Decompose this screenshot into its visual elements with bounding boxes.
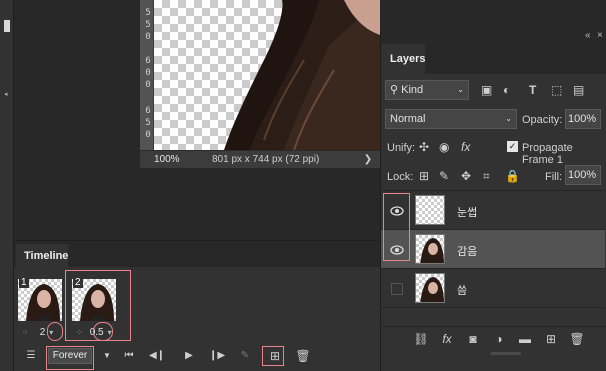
smart-object-filter-icon[interactable]: ▤ bbox=[573, 83, 584, 97]
link-layers-icon[interactable]: ⛓ bbox=[413, 332, 429, 348]
filter-kind-select[interactable]: ⚲ Kind ⌄ bbox=[385, 80, 469, 100]
layer-row[interactable]: 눈썹 bbox=[381, 190, 605, 229]
adjustment-filter-icon[interactable]: ◐ bbox=[503, 83, 510, 97]
visibility-toggle[interactable] bbox=[385, 269, 409, 308]
ruler-number: 0 bbox=[145, 130, 151, 140]
fx-icon[interactable]: fx bbox=[439, 332, 455, 348]
layer-name[interactable]: 눈썹 bbox=[457, 204, 477, 220]
frame-number: 2 bbox=[73, 277, 83, 288]
photo-hair-image bbox=[224, 0, 380, 150]
timeline-panel: Timeline 1 ⁘ 2 ▾ 2 ⁘ 0.5 ▾ ☰ Forever ▼ ⏮… bbox=[14, 240, 382, 371]
lock-all-icon[interactable]: 🔒 bbox=[505, 169, 520, 183]
highlight-box bbox=[383, 193, 410, 261]
layers-panel: « × Layers ⚲ Kind ⌄ ▣ ◐ T ⬚ ▤ Normal ⌄ O… bbox=[380, 30, 606, 371]
tool-indicator[interactable] bbox=[4, 20, 10, 32]
previous-frame-icon[interactable]: ◀❙ bbox=[148, 348, 166, 364]
blend-mode-label: Normal bbox=[390, 113, 426, 125]
layer-thumbnail bbox=[415, 273, 445, 303]
lock-pixels-icon[interactable]: ✎ bbox=[439, 169, 449, 183]
chevron-down-icon: ⌄ bbox=[505, 114, 512, 123]
propagate-checkbox[interactable]: ✓ bbox=[507, 141, 518, 152]
tween-icon: ⁘ bbox=[22, 327, 29, 337]
ruler-number: 0 bbox=[145, 68, 151, 78]
shape-filter-icon[interactable]: ⬚ bbox=[551, 83, 562, 97]
unify-visibility-icon[interactable]: ◉ bbox=[439, 140, 449, 154]
trash-icon[interactable]: 🗑 bbox=[294, 348, 312, 364]
timeline-tab-bar: Timeline bbox=[14, 241, 382, 267]
tween-frames-icon[interactable]: ✎ bbox=[236, 348, 254, 364]
frame-number: 1 bbox=[19, 277, 29, 288]
tab-layers[interactable]: Layers bbox=[381, 44, 425, 74]
animation-frame[interactable]: 1 bbox=[18, 277, 64, 323]
ruler-number: 5 bbox=[145, 8, 151, 18]
first-frame-icon[interactable]: ⏮ bbox=[120, 348, 138, 364]
filter-kind-label: Kind bbox=[401, 84, 424, 96]
adjustment-layer-icon[interactable]: ◑ bbox=[491, 332, 507, 348]
chevron-down-icon[interactable]: ▼ bbox=[98, 348, 116, 364]
document-info: 801 px x 744 px (72 ppi) bbox=[212, 154, 320, 165]
lock-transparent-icon[interactable]: ⊞ bbox=[419, 169, 429, 183]
left-toolbar-strip: ◂ bbox=[0, 0, 14, 371]
next-frame-icon[interactable]: ❙▶ bbox=[208, 348, 226, 364]
opacity-input[interactable]: 100% bbox=[565, 109, 601, 129]
image-filter-icon[interactable]: ▣ bbox=[481, 83, 492, 97]
lock-artboard-icon[interactable]: ⌗ bbox=[483, 169, 490, 184]
fill-label: Fill: bbox=[545, 171, 563, 183]
frame-delay[interactable]: 2 bbox=[40, 327, 46, 338]
highlight-box bbox=[93, 322, 113, 341]
layer-row[interactable]: 씀 bbox=[381, 268, 605, 307]
unify-style-icon[interactable]: fx bbox=[461, 140, 470, 154]
layer-thumbnail bbox=[415, 195, 445, 225]
ruler-number: 6 bbox=[145, 56, 151, 66]
ruler-number: 5 bbox=[145, 118, 151, 128]
vertical-ruler: 5 5 0 6 0 0 6 5 0 bbox=[140, 0, 154, 150]
layer-name[interactable]: 씀 bbox=[457, 282, 467, 298]
layers-tab-bar: Layers bbox=[381, 44, 606, 74]
type-filter-icon[interactable]: T bbox=[529, 83, 536, 97]
resize-grip[interactable] bbox=[491, 352, 521, 355]
play-icon[interactable]: ▶ bbox=[180, 348, 198, 364]
search-icon: ⚲ bbox=[390, 84, 402, 96]
add-mask-icon[interactable]: ◙ bbox=[465, 332, 481, 348]
tab-timeline[interactable]: Timeline bbox=[16, 244, 68, 267]
opacity-label: Opacity: bbox=[522, 114, 563, 126]
fill-input[interactable]: 100% bbox=[565, 165, 601, 185]
ruler-number: 5 bbox=[145, 20, 151, 30]
lock-label: Lock: bbox=[387, 171, 414, 183]
highlight-box bbox=[47, 322, 63, 341]
blend-mode-select[interactable]: Normal ⌄ bbox=[385, 109, 517, 129]
panel-collapse-bar: « × bbox=[381, 30, 606, 44]
tween-icon: ⁘ bbox=[76, 327, 83, 337]
image-canvas[interactable] bbox=[154, 0, 380, 150]
close-icon[interactable]: × bbox=[597, 30, 603, 41]
new-layer-icon[interactable]: ⊞ bbox=[543, 332, 559, 348]
trash-icon[interactable]: 🗑 bbox=[569, 332, 585, 348]
layer-row[interactable]: 감음 bbox=[381, 229, 605, 268]
zoom-level[interactable]: 100% bbox=[140, 154, 188, 165]
convert-to-video-timeline-icon[interactable]: ☰ bbox=[22, 348, 40, 364]
document-status-bar: 100% 801 px x 744 px (72 ppi) ❯ bbox=[140, 150, 380, 168]
new-group-icon[interactable]: ▬ bbox=[517, 332, 533, 348]
propagate-frame-label: Propagate Frame 1 bbox=[522, 142, 573, 166]
layer-name[interactable]: 감음 bbox=[457, 243, 477, 259]
highlight-box bbox=[46, 346, 94, 370]
layer-thumbnail bbox=[415, 234, 445, 264]
unify-label: Unify: bbox=[387, 142, 416, 154]
highlight-box bbox=[262, 346, 284, 366]
ruler-number: 0 bbox=[145, 32, 151, 42]
divider bbox=[381, 307, 605, 308]
chevron-right-icon[interactable]: ❯ bbox=[356, 154, 380, 165]
ruler-number: 6 bbox=[145, 106, 151, 116]
lock-position-icon[interactable]: ✥ bbox=[461, 169, 471, 183]
unify-position-icon[interactable]: ✣ bbox=[419, 140, 429, 154]
chevron-down-icon: ⌄ bbox=[457, 85, 464, 94]
expand-arrow-icon[interactable]: ◂ bbox=[4, 90, 8, 98]
hidden-eye-box bbox=[391, 282, 403, 295]
collapse-icon[interactable]: « bbox=[585, 30, 591, 41]
ruler-number: 0 bbox=[145, 80, 151, 90]
